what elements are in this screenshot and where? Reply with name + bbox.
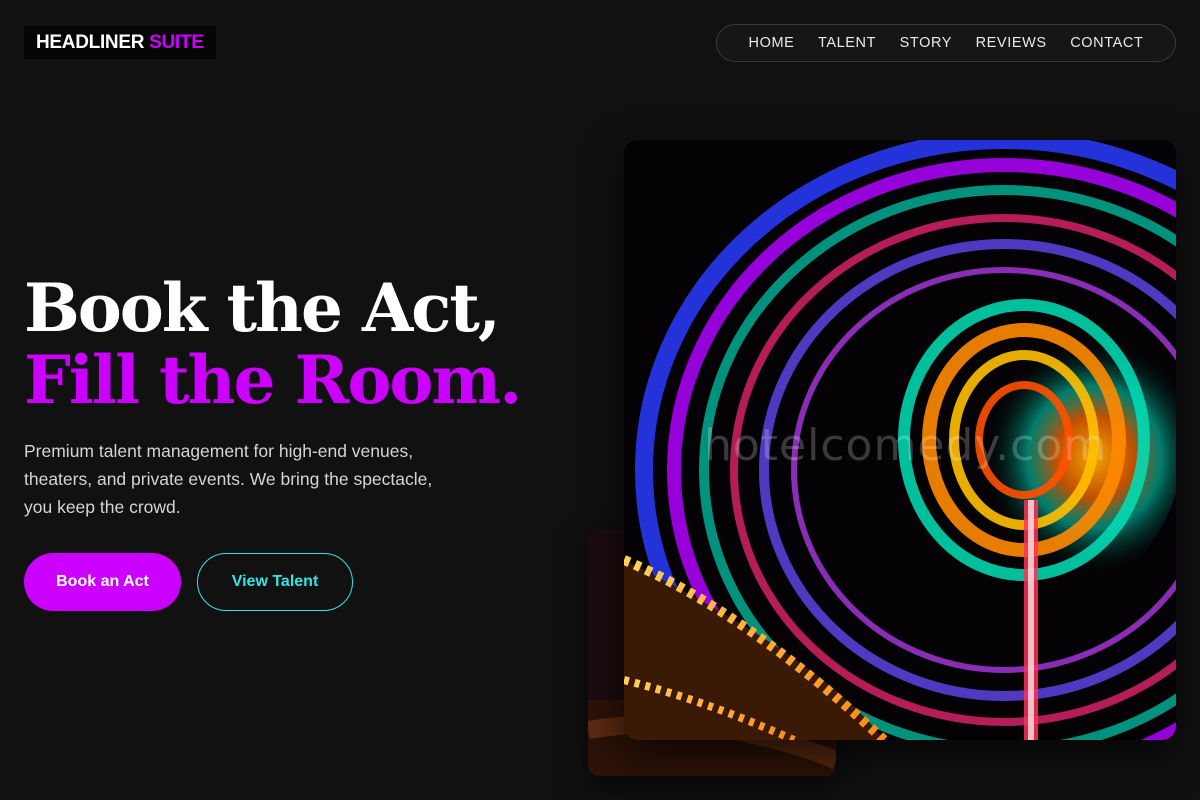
hero-headline: Book the Act, Fill the Room. [24,269,522,419]
book-an-act-button[interactable]: Book an Act [24,553,181,611]
nav-story[interactable]: STORY [900,35,952,51]
ferris-wheel-light-trails-photo: hotelcomedy.com [624,140,1176,740]
image-watermark: hotelcomedy.com [704,420,1107,471]
landing-page: HEADLINER SUITE HOME TALENT STORY REVIEW… [0,0,1200,800]
hero-subtext: Premium talent management for high-end v… [24,441,433,517]
logo-text-primary: HEADLINER [36,31,145,53]
nav-talent[interactable]: TALENT [818,35,876,51]
view-talent-button[interactable]: View Talent [197,553,353,611]
nav-contact[interactable]: CONTACT [1070,35,1143,51]
hero-headline-line2: Fill the Room. [24,341,522,419]
logo-text-accent: SUITE [149,31,204,53]
hero-image-ferris-wheel: hotelcomedy.com [624,140,1176,740]
nav-reviews[interactable]: REVIEWS [976,35,1047,51]
main-nav: HOME TALENT STORY REVIEWS CONTACT [716,24,1176,62]
site-logo[interactable]: HEADLINER SUITE [24,26,216,59]
hero-headline-line1: Book the Act, [24,269,501,347]
nav-home[interactable]: HOME [749,35,795,51]
